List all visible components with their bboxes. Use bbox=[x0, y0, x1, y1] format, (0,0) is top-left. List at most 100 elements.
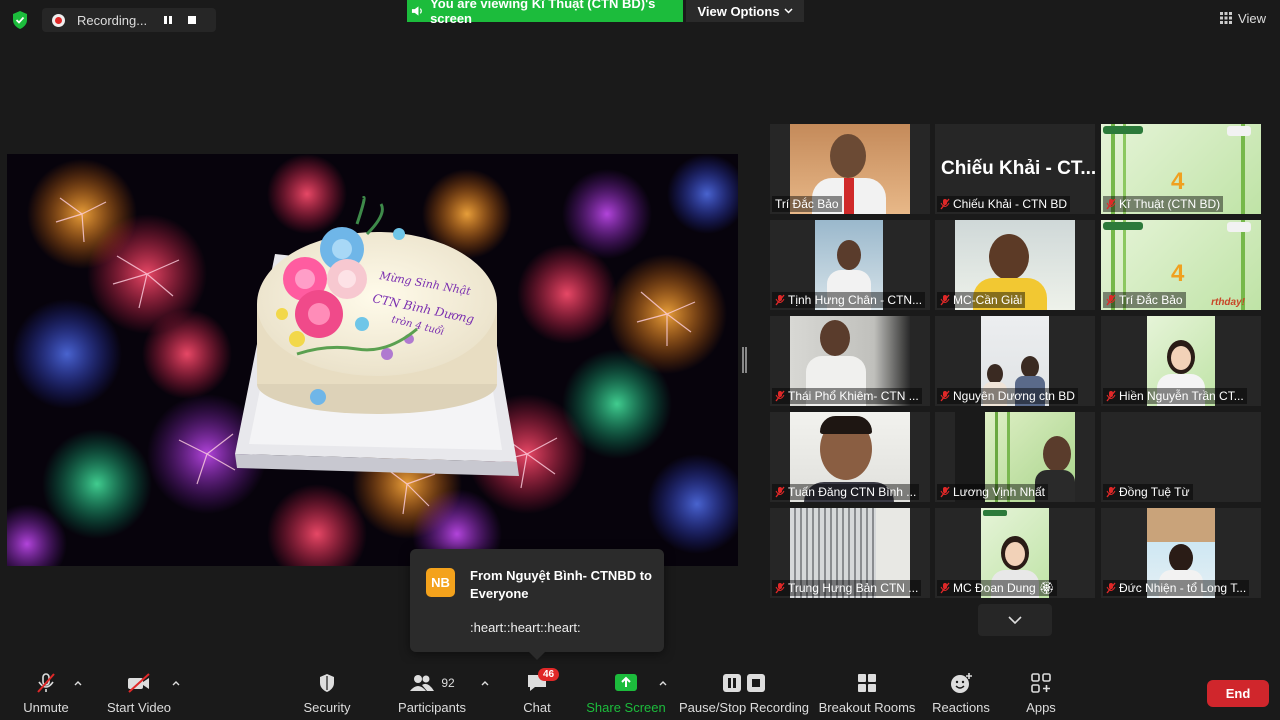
security-shield-icon[interactable] bbox=[10, 10, 30, 30]
participant-name-label: MC Đoan Dung 🏵 bbox=[937, 580, 1058, 596]
participant-name-label: Chiếu Khải - CTN BD bbox=[937, 196, 1071, 212]
pause-icon bbox=[723, 674, 741, 692]
view-options-label: View Options bbox=[697, 3, 780, 19]
mic-muted-icon bbox=[37, 673, 55, 693]
participant-tile[interactable]: Đồng Tuệ Từ bbox=[1101, 412, 1261, 502]
apps-button[interactable]: Apps bbox=[1018, 670, 1064, 716]
participant-tile[interactable]: Thái Phổ Khiêm- CTN ... bbox=[770, 316, 930, 406]
mic-muted-icon bbox=[775, 486, 785, 498]
stop-recording-button[interactable] bbox=[181, 10, 203, 30]
tile-overlay-number: 4 bbox=[1171, 168, 1185, 195]
unmute-button[interactable]: Unmute bbox=[14, 670, 78, 716]
share-screen-icon bbox=[615, 674, 637, 691]
participant-tile[interactable]: Lương Vịnh Nhất bbox=[935, 412, 1095, 502]
participants-label: Participants bbox=[398, 700, 466, 715]
mic-muted-icon bbox=[940, 294, 950, 306]
participant-name-label: Đồng Tuệ Từ bbox=[1103, 484, 1193, 500]
participant-count: 92 bbox=[441, 676, 455, 690]
mic-muted-icon bbox=[940, 390, 950, 402]
stop-icon bbox=[188, 16, 196, 24]
pause-recording-button[interactable] bbox=[157, 10, 179, 30]
participant-name-label: Lương Vịnh Nhất bbox=[937, 484, 1048, 500]
participant-name-label: Kĩ Thuật (CTN BD) bbox=[1103, 196, 1224, 212]
viewing-banner-text: You are viewing Kĩ Thuật (CTN BD)'s scre… bbox=[430, 0, 656, 26]
start-video-label: Start Video bbox=[106, 700, 172, 715]
video-options-caret[interactable] bbox=[171, 678, 181, 688]
tile-overlay-number: 4 bbox=[1171, 260, 1185, 287]
mic-muted-icon bbox=[1106, 582, 1116, 594]
chat-button[interactable]: 46 Chat bbox=[517, 668, 560, 716]
mic-muted-icon bbox=[1106, 390, 1116, 402]
participant-tile[interactable]: Chiếu Khải - CT... Chiếu Khải - CTN BD bbox=[935, 124, 1095, 214]
video-off-icon bbox=[128, 673, 150, 693]
avatar: NB bbox=[426, 568, 455, 597]
view-layout-button[interactable]: View bbox=[1220, 8, 1266, 28]
participant-tile[interactable]: Đức Nhiện - tổ Long T... bbox=[1101, 508, 1261, 598]
participant-tile[interactable]: Trung Hưng Bản CTN ... bbox=[770, 508, 930, 598]
resize-splitter[interactable] bbox=[742, 347, 747, 373]
recording-dot-icon bbox=[52, 13, 65, 27]
chevron-down-icon bbox=[1008, 616, 1022, 624]
mic-muted-icon bbox=[775, 582, 785, 594]
mic-muted-icon bbox=[940, 582, 950, 594]
share-screen-button[interactable]: Share Screen bbox=[586, 670, 666, 716]
participant-name-label: Đức Nhiện - tổ Long T... bbox=[1103, 580, 1250, 596]
mic-muted-icon bbox=[940, 486, 950, 498]
stop-icon bbox=[747, 674, 765, 692]
participant-display-name: Chiếu Khải - CT... bbox=[941, 158, 1095, 179]
participants-button[interactable]: 92 Participants bbox=[396, 670, 468, 716]
gallery-next-page-button[interactable] bbox=[978, 604, 1052, 636]
reactions-button[interactable]: Reactions bbox=[932, 670, 990, 716]
mic-muted-icon bbox=[940, 198, 950, 210]
unmute-label: Unmute bbox=[23, 700, 69, 715]
viewing-screen-banner: You are viewing Kĩ Thuật (CTN BD)'s scre… bbox=[407, 0, 683, 26]
participant-name-label: Trí Đắc Bảo bbox=[772, 196, 842, 212]
recording-indicator: Recording... bbox=[42, 8, 216, 32]
breakout-rooms-label: Breakout Rooms bbox=[818, 700, 916, 715]
chat-notification[interactable]: NB From Nguyệt Bình- CTNBD to Everyone :… bbox=[410, 549, 664, 660]
recording-control-label: Pause/Stop Recording bbox=[678, 700, 810, 715]
chevron-down-icon bbox=[784, 8, 793, 14]
view-options-button[interactable]: View Options bbox=[686, 0, 804, 22]
share-options-caret[interactable] bbox=[658, 678, 668, 688]
participant-tile[interactable]: 4 rthday! Trí Đắc Bảo bbox=[1101, 220, 1261, 310]
recording-label: Recording... bbox=[77, 12, 148, 28]
participant-tile[interactable]: MC Đoan Dung 🏵 bbox=[935, 508, 1095, 598]
participant-name-label: Trí Đắc Bảo bbox=[1103, 292, 1186, 308]
smiley-plus-icon bbox=[951, 673, 972, 693]
participants-options-caret[interactable] bbox=[480, 678, 490, 688]
grid-icon bbox=[1220, 12, 1233, 24]
birthday-banner: rthday! bbox=[1211, 297, 1245, 308]
shared-screen: Mừng Sinh Nhật CTN Bình Dương tròn 4 tuổ… bbox=[7, 154, 738, 566]
chat-message: :heart::heart::heart: bbox=[470, 620, 581, 635]
apps-label: Apps bbox=[1026, 700, 1056, 715]
mic-muted-icon bbox=[775, 390, 785, 402]
mic-muted-icon bbox=[1106, 198, 1116, 210]
chat-sender: From Nguyệt Bình- CTNBD to Everyone bbox=[470, 568, 652, 601]
share-screen-label: Share Screen bbox=[586, 700, 666, 715]
pause-stop-recording-button[interactable]: Pause/Stop Recording bbox=[678, 670, 810, 716]
participant-name-label: Hiền Nguyễn Trần CT... bbox=[1103, 388, 1247, 404]
participant-name-label: Thái Phổ Khiêm- CTN ... bbox=[772, 388, 922, 404]
shield-icon bbox=[320, 674, 334, 692]
security-button[interactable]: Security bbox=[298, 670, 356, 716]
participant-tile[interactable]: 4 Kĩ Thuật (CTN BD) bbox=[1101, 124, 1261, 214]
participant-tile[interactable]: Trí Đắc Bảo bbox=[770, 124, 930, 214]
participant-tile[interactable]: Hiền Nguyễn Trần CT... bbox=[1101, 316, 1261, 406]
breakout-rooms-button[interactable]: Breakout Rooms bbox=[818, 670, 916, 716]
mic-muted-icon bbox=[1106, 486, 1116, 498]
participant-name-label: Trung Hưng Bản CTN ... bbox=[772, 580, 922, 596]
meeting-toolbar: Unmute Start Video Security 92 Participa… bbox=[0, 664, 1280, 720]
participant-name-label: Nguyên Dương ctn BD bbox=[937, 388, 1078, 404]
end-meeting-button[interactable]: End bbox=[1207, 680, 1269, 707]
audio-options-caret[interactable] bbox=[73, 678, 83, 688]
participant-tile[interactable]: Tịnh Hưng Chân - CTN... bbox=[770, 220, 930, 310]
apps-icon bbox=[1031, 673, 1051, 693]
participant-tile[interactable]: Tuấn Đăng CTN Bình ... bbox=[770, 412, 930, 502]
breakout-rooms-icon bbox=[858, 674, 876, 692]
participant-name-label: Tuấn Đăng CTN Bình ... bbox=[772, 484, 920, 500]
security-label: Security bbox=[303, 700, 351, 715]
start-video-button[interactable]: Start Video bbox=[102, 670, 176, 716]
participant-tile[interactable]: MC-Cần Giải bbox=[935, 220, 1095, 310]
participant-tile[interactable]: Nguyên Dương ctn BD bbox=[935, 316, 1095, 406]
